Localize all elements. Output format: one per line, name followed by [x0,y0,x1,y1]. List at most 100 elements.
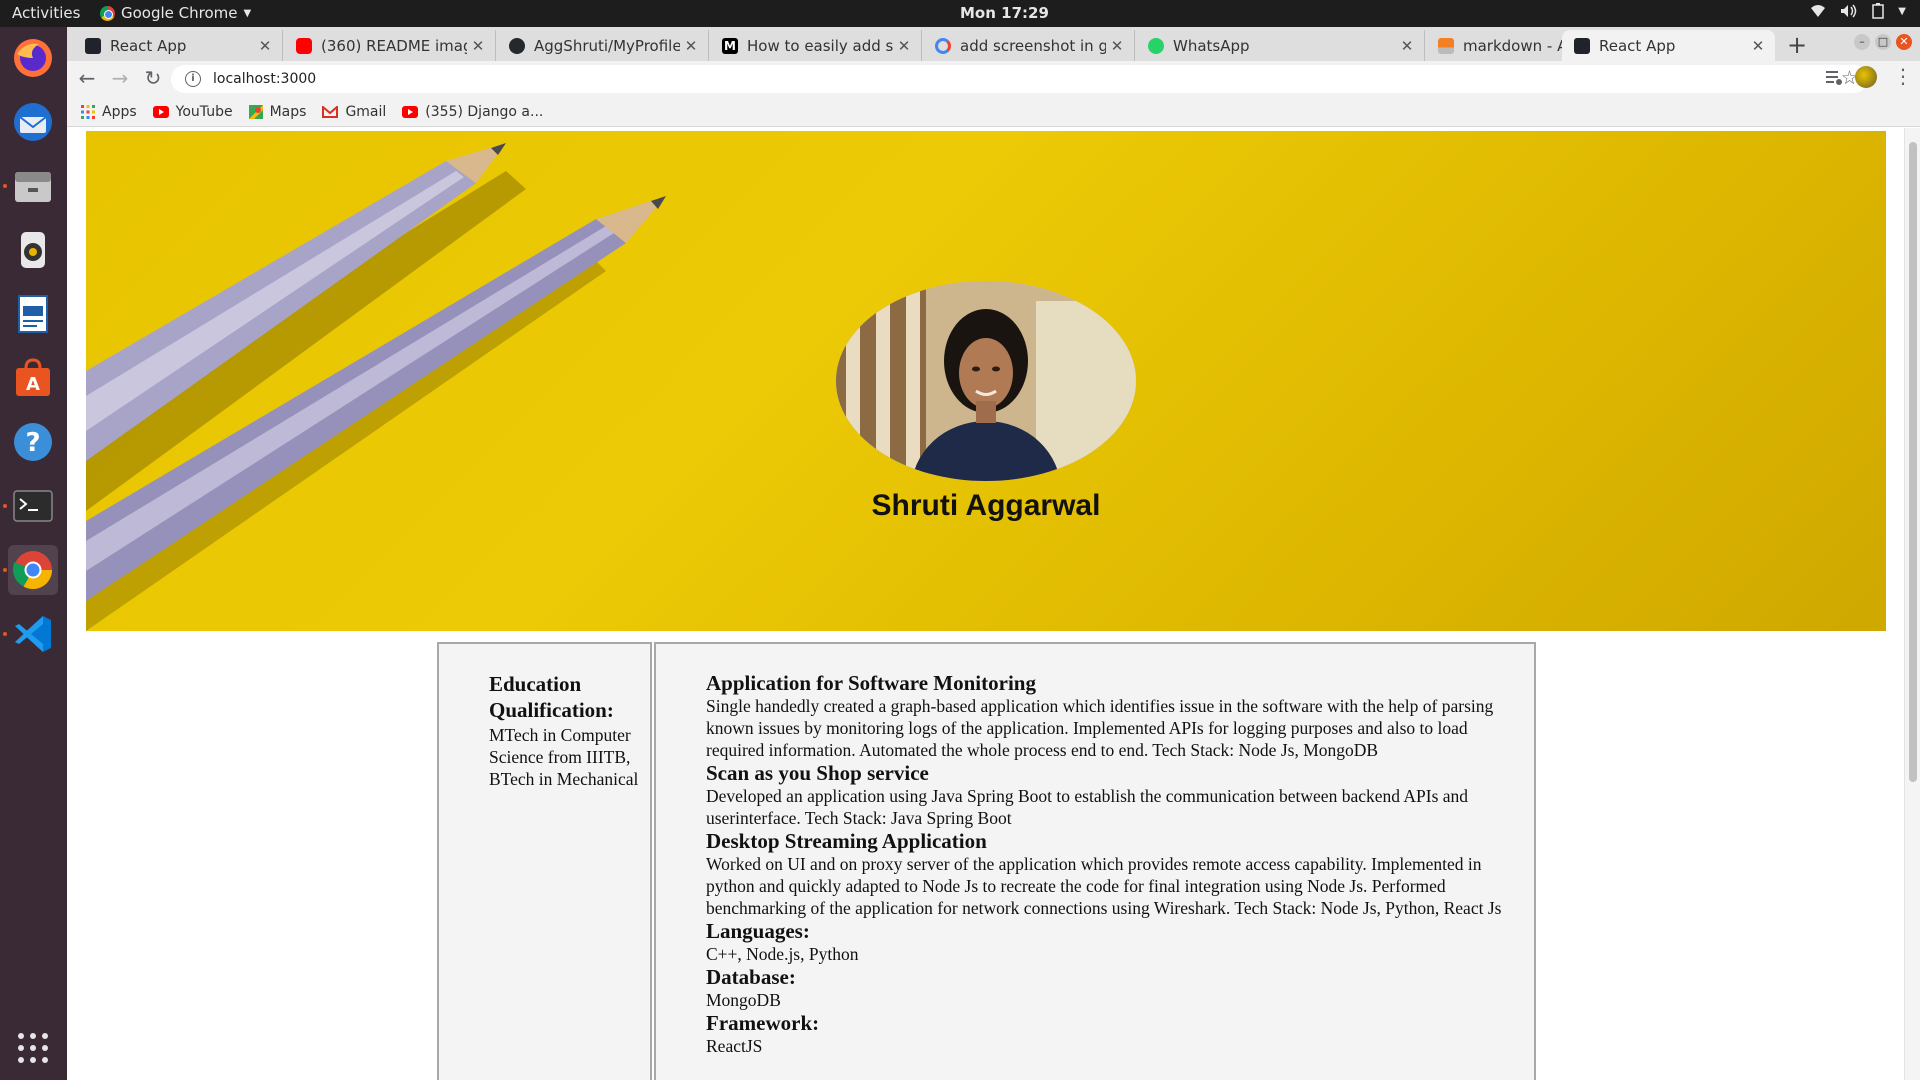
dock-terminal[interactable] [3,481,58,531]
tab-github-myprofile[interactable]: AggShruti/MyProfile ✕ [497,30,709,61]
tab-strip: React App ✕ (360) README images ✕ AggShr… [67,27,1920,61]
address-bar[interactable]: i localhost:3000 ☆ [171,65,1868,93]
maximize-button[interactable]: □ [1875,34,1891,50]
project-heading: Desktop Streaming Application [706,829,987,853]
hero-banner: Shruti Aggarwal [86,131,1886,631]
tab-react-app-1[interactable]: React App ✕ [73,30,283,61]
volume-icon [1841,4,1857,18]
apps-grid-icon [81,104,95,119]
system-tray[interactable]: ▼ [1810,3,1906,19]
tab-youtube-readme[interactable]: (360) README images ✕ [284,30,496,61]
education-panel: Education Qualification: MTech in Comput… [437,642,652,1080]
languages-heading: Languages: [706,919,810,943]
dock-help[interactable]: ? [8,417,58,467]
software-center-icon: A [16,358,50,396]
app-menu-label: Google Chrome [121,4,238,22]
tab-react-app-active[interactable]: React App ✕ [1562,30,1775,61]
tab-medium-article[interactable]: M How to easily add scre ✕ [710,30,922,61]
tab-title: WhatsApp [1173,36,1250,55]
dock-show-apps[interactable] [8,1023,58,1073]
dock-chrome[interactable] [3,545,58,595]
database-heading: Database: [706,965,796,989]
thunderbird-icon [14,103,52,141]
close-tab-icon[interactable]: ✕ [893,37,915,55]
project-heading: Scan as you Shop service [706,761,929,785]
close-tab-icon[interactable]: ✕ [254,37,276,55]
project-description: Single handedly created a graph-based ap… [706,696,1494,760]
terminal-icon [13,490,53,522]
tab-title: How to easily add scre [747,36,893,55]
chrome-icon [12,551,53,590]
projects-panel: Application for Software Monitoring Sing… [654,642,1536,1080]
chrome-menu-icon[interactable]: ⋮ [1893,64,1913,88]
new-tab-button[interactable]: + [1787,31,1807,59]
reload-button[interactable]: ↻ [140,66,166,90]
dock-writer[interactable] [8,289,58,339]
system-top-bar: Activities Google Chrome ▼ Mon 17:29 ▼ [0,0,1920,27]
dock-files[interactable] [3,161,58,211]
files-icon [15,172,51,202]
profile-avatar[interactable] [1855,66,1877,88]
project-description: Developed an application using Java Spri… [706,786,1469,828]
page-viewport[interactable]: Shruti Aggarwal Education Qualification:… [67,128,1920,1080]
forward-button[interactable]: → [107,66,133,90]
window-controls: – □ ✕ [1854,34,1912,50]
rhythmbox-icon [21,232,45,268]
firefox-icon [14,39,52,77]
dock-thunderbird[interactable] [8,97,58,147]
react-favicon-icon [85,37,101,54]
svg-text:?: ? [25,428,40,458]
vscode-icon [15,616,51,652]
tab-title: React App [110,36,187,55]
bookmark-youtube[interactable]: YouTube [152,103,233,120]
tab-google-search[interactable]: add screenshot in git ✕ [923,30,1135,61]
tab-title: React App [1599,36,1676,55]
back-button[interactable]: ← [74,66,100,90]
app-menu[interactable]: Google Chrome ▼ [100,4,251,22]
github-favicon-icon [509,37,525,54]
ubuntu-dock: A ? [0,27,67,1080]
close-tab-icon[interactable]: ✕ [1747,37,1769,55]
education-heading: Education Qualification: [489,672,614,722]
dock-firefox[interactable] [8,33,58,83]
languages-text: C++, Node.js, Python [706,944,859,964]
youtube-icon [402,105,419,118]
close-tab-icon[interactable]: ✕ [1106,37,1128,55]
bookmark-maps[interactable]: Maps [248,104,306,120]
projects-content: Application for Software Monitoring Sing… [706,671,1526,1057]
database-text: MongoDB [706,990,781,1010]
bookmark-django[interactable]: (355) Django a... [402,104,543,120]
bookmark-label: YouTube [175,103,233,120]
dock-software-center[interactable]: A [8,353,58,403]
profile-photo [836,281,1136,481]
close-tab-icon[interactable]: ✕ [680,37,702,55]
help-icon: ? [14,423,52,461]
activities-button[interactable]: Activities [12,4,80,22]
close-window-button[interactable]: ✕ [1896,34,1912,50]
bookmark-label: Apps [102,103,137,120]
close-tab-icon[interactable]: ✕ [1396,37,1418,55]
whatsapp-favicon-icon [1148,37,1164,54]
google-favicon-icon [935,37,951,54]
tab-whatsapp[interactable]: WhatsApp ✕ [1136,30,1425,61]
minimize-button[interactable]: – [1854,34,1870,50]
close-tab-icon[interactable]: ✕ [467,37,489,55]
dock-vscode[interactable] [3,609,58,659]
caret-down-icon: ▼ [243,7,252,19]
page-scrollbar[interactable] [1904,128,1920,1080]
url-text[interactable]: localhost:3000 [213,71,316,87]
dock-rhythmbox[interactable] [8,225,58,275]
bookmark-label: (355) Django a... [425,103,544,120]
site-info-icon[interactable]: i [185,71,201,87]
bookmark-apps[interactable]: Apps [81,104,137,120]
tab-title: AggShruti/MyProfile [534,36,680,55]
media-queue-icon[interactable] [1824,68,1844,88]
battery-icon [1872,3,1885,19]
scrollbar-thumb[interactable] [1909,142,1917,782]
profile-name: Shruti Aggarwal [871,489,1101,522]
tab-title: (360) README images [321,36,467,55]
clock[interactable]: Mon 17:29 [960,4,1049,22]
wifi-icon [1811,5,1826,17]
bookmark-gmail[interactable]: Gmail [322,104,386,120]
browser-toolbar: ← → ↻ i localhost:3000 ☆ ⋮ [67,61,1920,97]
